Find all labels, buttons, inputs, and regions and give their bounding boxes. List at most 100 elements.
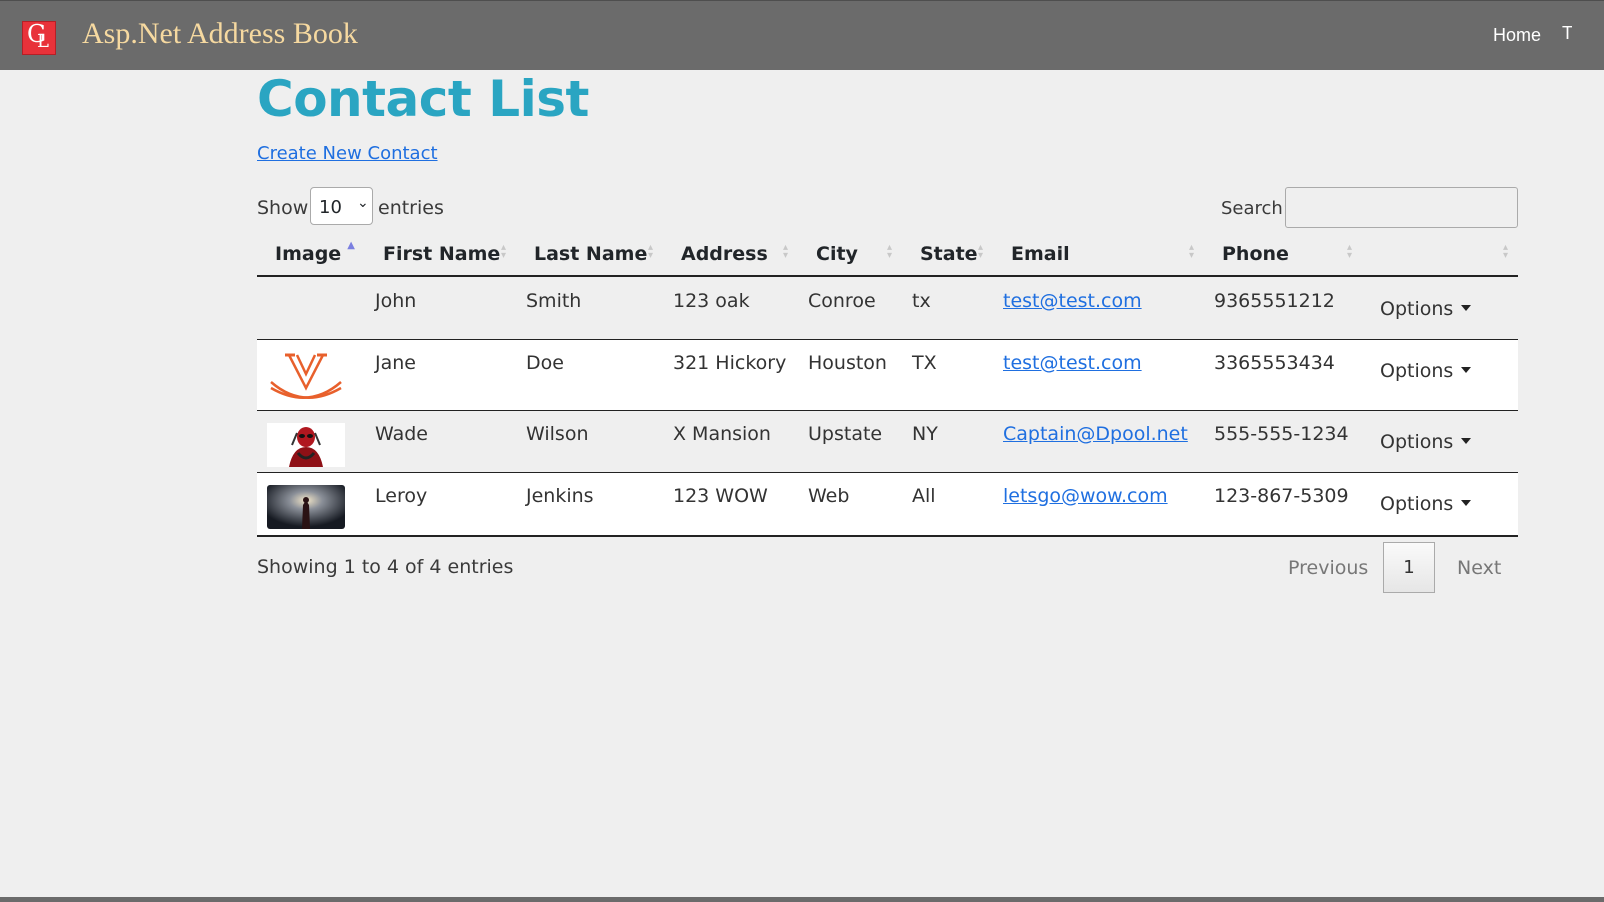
email-link[interactable]: test@test.com xyxy=(1003,290,1142,312)
sort-icon: ▴ ▾ xyxy=(886,242,892,261)
deadpool-image xyxy=(267,422,345,467)
contact-image-cell xyxy=(257,472,365,537)
nav-next-link-cut[interactable]: T xyxy=(1562,23,1572,44)
options-label: Options xyxy=(1380,492,1454,515)
state-cell: tx xyxy=(902,276,993,340)
column-header-label: First Name xyxy=(383,242,501,265)
table-row: John Smith 123 oak Conroe tx test@test.c… xyxy=(257,276,1518,340)
column-header-label: Address xyxy=(681,242,768,265)
sort-icon: ▴ ▾ xyxy=(782,242,788,261)
caret-down-icon xyxy=(1461,437,1472,444)
email-cell: test@test.com xyxy=(993,339,1204,411)
show-label: Show xyxy=(257,197,309,219)
city-cell: Upstate xyxy=(798,410,902,473)
state-cell: NY xyxy=(902,410,993,473)
navbar: G L Asp.Net Address Book Home T xyxy=(0,0,1604,70)
table-row: Jane Doe 321 Hickory Houston TX test@tes… xyxy=(257,339,1518,411)
state-cell: All xyxy=(902,472,993,537)
column-header-image[interactable]: Image ▲ xyxy=(257,232,365,277)
column-header-label: Last Name xyxy=(534,242,648,265)
create-new-contact-link[interactable]: Create New Contact xyxy=(257,143,438,164)
column-header-label: City xyxy=(816,242,858,265)
sort-icon: ▴ ▾ xyxy=(977,242,983,261)
address-cell: X Mansion xyxy=(663,410,798,473)
column-header-label: State xyxy=(920,242,978,265)
caret-down-icon xyxy=(1461,366,1472,373)
column-header-city[interactable]: City ▴ ▾ xyxy=(798,232,902,277)
next-button[interactable]: Next xyxy=(1457,557,1501,579)
caret-down-icon xyxy=(1461,499,1472,506)
table-info: Showing 1 to 4 of 4 entries xyxy=(257,556,514,578)
table-row: Leroy Jenkins 123 WOW Web All letsgo@wow… xyxy=(257,472,1518,537)
email-link[interactable]: letsgo@wow.com xyxy=(1003,485,1168,507)
column-header-label: Phone xyxy=(1222,242,1289,265)
column-header-options[interactable]: ▴ ▾ xyxy=(1362,232,1518,277)
options-dropdown[interactable]: Options xyxy=(1380,298,1472,320)
city-cell: Houston xyxy=(798,339,902,411)
sort-icon: ▴ ▾ xyxy=(647,242,653,261)
table-row: Wade Wilson X Mansion Upstate NY Captain… xyxy=(257,410,1518,473)
first-name-cell: Leroy xyxy=(365,472,516,537)
brand-logo[interactable]: G L xyxy=(22,20,56,55)
email-link[interactable]: Captain@Dpool.net xyxy=(1003,423,1188,445)
contact-image-cell xyxy=(257,339,365,411)
phone-cell: 555-555-1234 xyxy=(1204,410,1362,473)
options-cell: Options xyxy=(1362,410,1518,473)
email-link[interactable]: test@test.com xyxy=(1003,352,1142,374)
options-label: Options xyxy=(1380,298,1454,320)
dark-stage-image xyxy=(267,484,345,529)
column-header-label: Email xyxy=(1011,242,1070,265)
bottom-border xyxy=(0,897,1604,902)
state-cell: TX xyxy=(902,339,993,411)
phone-cell: 9365551212 xyxy=(1204,276,1362,340)
page-1-button[interactable]: 1 xyxy=(1383,542,1435,593)
contact-image-empty xyxy=(257,276,365,340)
entries-select-value: 10 xyxy=(319,197,342,218)
last-name-cell: Wilson xyxy=(516,410,663,473)
first-name-cell: Jane xyxy=(365,339,516,411)
email-cell: letsgo@wow.com xyxy=(993,472,1204,537)
page-title: Contact List xyxy=(257,70,589,128)
options-label: Options xyxy=(1380,430,1454,453)
column-header-first-name[interactable]: First Name ▴ ▾ xyxy=(365,232,516,277)
options-cell: Options xyxy=(1362,339,1518,411)
previous-button[interactable]: Previous xyxy=(1288,557,1368,579)
options-cell: Options xyxy=(1362,472,1518,537)
table-header-row: Image ▲ First Name ▴ ▾ Last Name ▴ ▾ Address ▴… xyxy=(257,232,1518,277)
email-cell: test@test.com xyxy=(993,276,1204,340)
phone-cell: 123-867-5309 xyxy=(1204,472,1362,537)
logo-letter-l: L xyxy=(37,31,49,52)
sort-icon: ▴ ▾ xyxy=(1188,242,1194,261)
address-cell: 123 WOW xyxy=(663,472,798,537)
options-dropdown[interactable]: Options xyxy=(1380,359,1472,382)
brand-title[interactable]: Asp.Net Address Book xyxy=(82,17,358,51)
v-swords-logo-image xyxy=(270,353,342,399)
options-label: Options xyxy=(1380,359,1454,382)
column-header-address[interactable]: Address ▴ ▾ xyxy=(663,232,798,277)
options-dropdown[interactable]: Options xyxy=(1380,492,1472,515)
last-name-cell: Doe xyxy=(516,339,663,411)
contacts-table: Image ▲ First Name ▴ ▾ Last Name ▴ ▾ Address ▴… xyxy=(257,232,1518,537)
nav-home-link[interactable]: Home xyxy=(1493,25,1541,46)
column-header-label: Image xyxy=(275,242,342,265)
sort-asc-icon: ▲ xyxy=(347,240,355,251)
sort-icon: ▴ ▾ xyxy=(1502,242,1508,261)
column-header-phone[interactable]: Phone ▴ ▾ xyxy=(1204,232,1362,277)
last-name-cell: Jenkins xyxy=(516,472,663,537)
options-cell: Options xyxy=(1362,276,1518,340)
city-cell: Conroe xyxy=(798,276,902,340)
caret-down-icon xyxy=(1461,305,1472,311)
contact-image-cell xyxy=(257,410,365,473)
address-cell: 321 Hickory xyxy=(663,339,798,411)
options-dropdown[interactable]: Options xyxy=(1380,430,1472,453)
column-header-state[interactable]: State ▴ ▾ xyxy=(902,232,993,277)
column-header-last-name[interactable]: Last Name ▴ ▾ xyxy=(516,232,663,277)
first-name-cell: John xyxy=(365,276,516,340)
sort-icon: ▴ ▾ xyxy=(500,242,506,261)
last-name-cell: Smith xyxy=(516,276,663,340)
entries-select[interactable]: 10 ⌄ xyxy=(310,187,373,225)
search-input[interactable] xyxy=(1285,187,1518,228)
sort-icon: ▴ ▾ xyxy=(1346,242,1352,261)
column-header-email[interactable]: Email ▴ ▾ xyxy=(993,232,1204,277)
first-name-cell: Wade xyxy=(365,410,516,473)
